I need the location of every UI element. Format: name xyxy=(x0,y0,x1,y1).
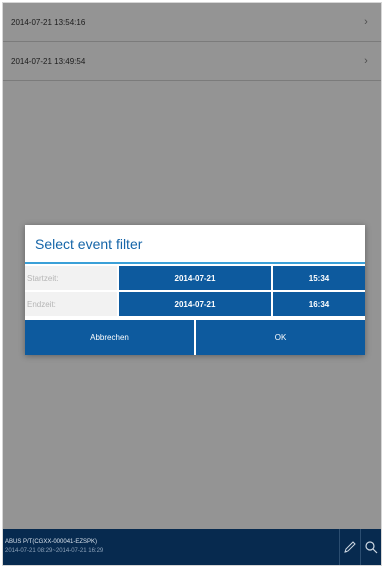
device-name: ABUS P/T(CGXX-000041-EZSPK) xyxy=(5,539,98,545)
screen: 2014-07-21 13:54:16 › 2014-07-21 13:49:5… xyxy=(2,2,382,566)
end-time-label: Endzeit: xyxy=(25,292,117,316)
start-time-row: Startzeit: 2014-07-21 15:34 xyxy=(25,266,365,290)
end-date-button[interactable]: 2014-07-21 xyxy=(119,292,271,316)
search-button[interactable] xyxy=(360,529,381,565)
end-time-button[interactable]: 16:34 xyxy=(273,292,365,316)
cancel-button[interactable]: Abbrechen xyxy=(25,320,194,355)
pencil-icon xyxy=(344,541,356,553)
device-info: ABUS P/T(CGXX-000041-EZSPK) 2014-07-21 0… xyxy=(3,538,339,556)
search-icon xyxy=(365,541,378,554)
event-filter-dialog: Select event filter Startzeit: 2014-07-2… xyxy=(25,225,365,355)
time-range: 2014-07-21 08:29~2014-07-21 16:29 xyxy=(5,548,104,554)
edit-button[interactable] xyxy=(339,529,360,565)
dialog-title: Select event filter xyxy=(25,225,365,264)
dialog-buttons: Abbrechen OK xyxy=(25,320,365,355)
end-time-row: Endzeit: 2014-07-21 16:34 xyxy=(25,292,365,316)
ok-button[interactable]: OK xyxy=(196,320,365,355)
bottom-bar: ABUS P/T(CGXX-000041-EZSPK) 2014-07-21 0… xyxy=(3,529,381,565)
start-time-label: Startzeit: xyxy=(25,266,117,290)
start-time-button[interactable]: 15:34 xyxy=(273,266,365,290)
start-date-button[interactable]: 2014-07-21 xyxy=(119,266,271,290)
